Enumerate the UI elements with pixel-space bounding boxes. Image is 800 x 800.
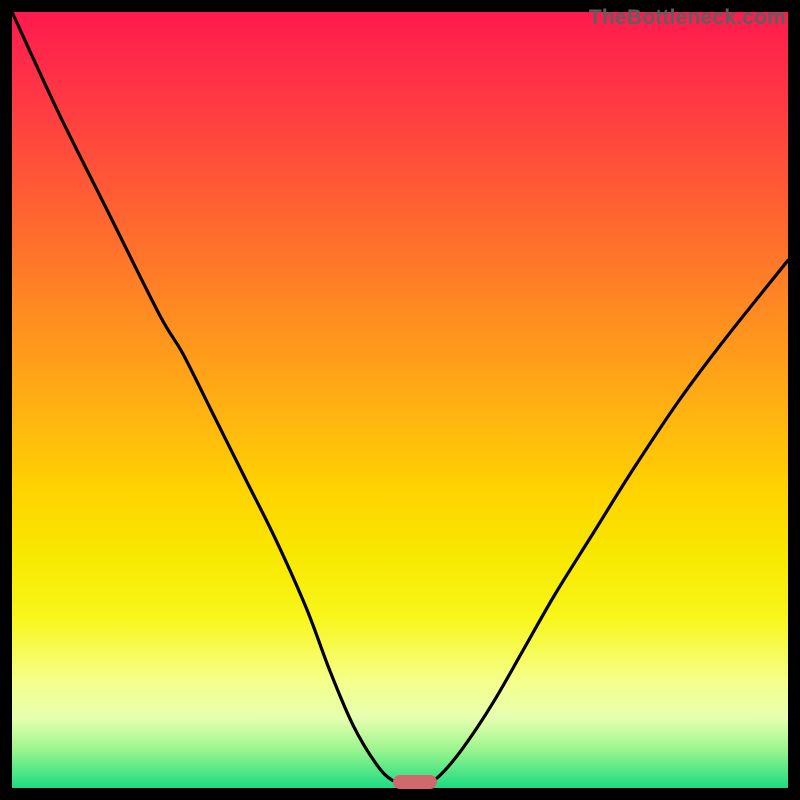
watermark-text: TheBottleneck.com xyxy=(589,6,786,30)
chart-canvas: TheBottleneck.com xyxy=(0,0,800,800)
gradient-background xyxy=(12,12,788,788)
optimum-marker xyxy=(393,775,437,789)
